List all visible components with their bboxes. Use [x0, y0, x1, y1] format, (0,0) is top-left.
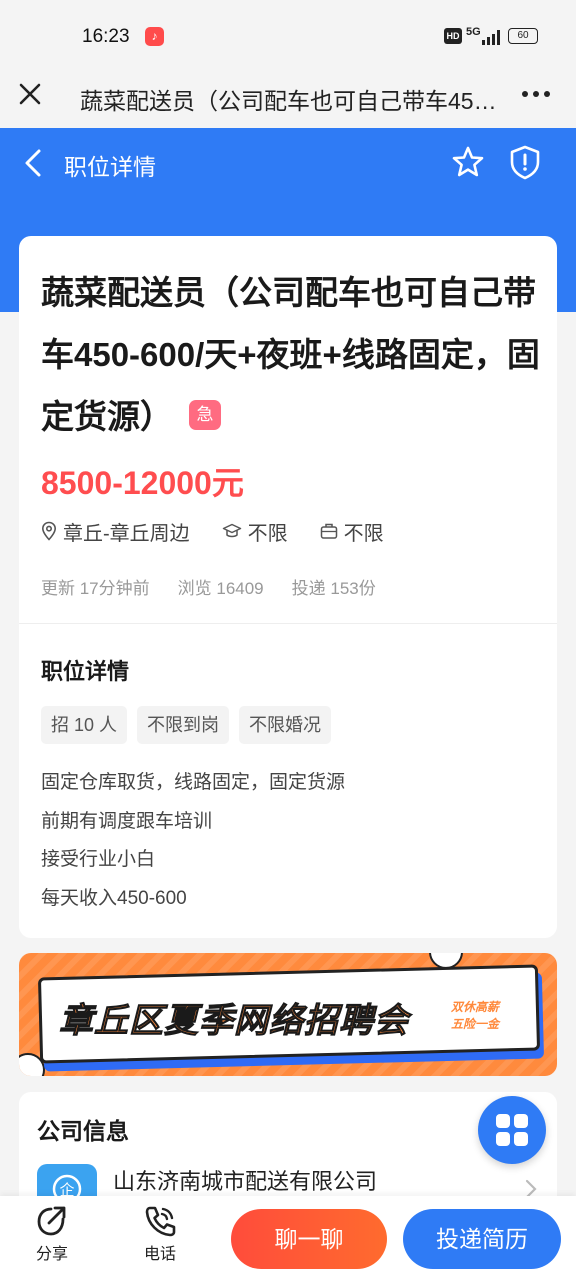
application-count: 投递 153份 — [291, 579, 376, 598]
divider — [19, 623, 557, 624]
bottom-action-bar: 分享 电话 聊一聊 投递简历 — [0, 1196, 576, 1280]
description-line: 固定仓库取货，线路固定，固定货源 — [41, 772, 346, 793]
job-education: 不限 — [222, 517, 288, 546]
back-icon[interactable] — [20, 148, 46, 178]
description-line: 每天收入450-600 — [41, 887, 187, 909]
banner-headline: 章丘区夏季网络招聘会 — [59, 1002, 409, 1041]
apply-button[interactable]: 投递简历 — [403, 1209, 561, 1269]
company-name[interactable]: 山东济南城市配送有限公司 — [113, 1164, 377, 1196]
salary: 8500-12000元 — [41, 465, 244, 501]
view-count: 浏览 16409 — [177, 579, 264, 598]
education-text: 不限 — [247, 522, 288, 545]
hd-icon: HD — [444, 28, 462, 44]
tag-start-date: 不限到岗 — [137, 706, 230, 744]
details-section-title: 职位详情 — [41, 659, 130, 684]
close-icon[interactable] — [16, 80, 44, 108]
page-title: 蔬菜配送员（公司配车也可自己带车450-600/天+夜班+线路固定，固定货源） — [80, 88, 500, 114]
phone-icon — [145, 1206, 176, 1237]
job-meta: 章丘-章丘周边 不限 不限 — [41, 516, 416, 546]
status-bar: 16:23 ♪ HD 5G 60 — [0, 0, 576, 72]
report-shield-icon[interactable] — [508, 144, 542, 180]
music-app-icon: ♪ — [145, 27, 164, 46]
chat-button[interactable]: 聊一聊 — [231, 1209, 387, 1269]
job-title: 蔬菜配送员（公司配车也可自己带车450-600/天+夜班+线路固定，固定货源）急 — [41, 262, 541, 448]
company-card[interactable]: 公司信息 企 山东济南城市配送有限公司 — [19, 1092, 557, 1214]
urgent-badge: 急 — [189, 400, 221, 430]
network-type: 5G — [466, 26, 481, 38]
share-button[interactable]: 分享 — [22, 1204, 82, 1264]
updated-time: 更新 17分钟前 — [41, 579, 150, 598]
job-stats: 更新 17分钟前 浏览 16409 投递 153份 — [41, 574, 404, 599]
job-experience: 不限 — [320, 517, 384, 546]
battery-icon: 60 — [508, 28, 538, 44]
status-time: 16:23 — [82, 26, 130, 47]
description-line: 前期有调度跟车培训 — [41, 810, 213, 832]
requirement-tags: 招 10 人 不限到岗 不限婚况 — [41, 706, 341, 744]
share-label: 分享 — [35, 1246, 68, 1263]
banner-subtext: 双休高薪 五险一金 — [451, 999, 499, 1033]
job-location: 章丘-章丘周边 — [41, 517, 190, 546]
banner-subtext-line: 双休高薪 — [451, 1000, 500, 1014]
description-line: 接受行业小白 — [41, 849, 156, 870]
share-icon — [37, 1206, 66, 1236]
job-description: 固定仓库取货，线路固定，固定货源 前期有调度跟车培训 接受行业小白 每天收入45… — [41, 764, 345, 918]
grid-icon — [496, 1114, 528, 1146]
favorite-star-icon[interactable] — [451, 145, 485, 179]
location-pin-icon — [41, 521, 57, 541]
floating-menu-button[interactable] — [478, 1096, 546, 1164]
header-title: 职位详情 — [64, 154, 156, 180]
company-section-title: 公司信息 — [37, 1118, 129, 1144]
more-icon[interactable] — [520, 80, 552, 108]
browser-title-bar: 蔬菜配送员（公司配车也可自己带车450-600/天+夜班+线路固定，固定货源） — [0, 72, 576, 128]
tag-marital-status: 不限婚况 — [239, 706, 332, 744]
job-card: 蔬菜配送员（公司配车也可自己带车450-600/天+夜班+线路固定，固定货源）急… — [19, 236, 557, 938]
signal-icon — [482, 30, 500, 45]
banner-subtext-line: 五险一金 — [451, 1017, 500, 1031]
tag-headcount: 招 10 人 — [41, 706, 128, 744]
experience-text: 不限 — [343, 522, 384, 545]
job-title-text: 蔬菜配送员（公司配车也可自己带车450-600/天+夜班+线路固定，固定货源） — [41, 274, 540, 435]
job-fair-banner[interactable]: 章丘区夏季网络招聘会 双休高薪 五险一金 — [19, 953, 557, 1076]
phone-button[interactable]: 电话 — [130, 1204, 190, 1264]
graduation-cap-icon — [222, 523, 241, 538]
location-text: 章丘-章丘周边 — [63, 522, 190, 545]
briefcase-icon — [320, 523, 337, 539]
phone-label: 电话 — [143, 1246, 176, 1263]
